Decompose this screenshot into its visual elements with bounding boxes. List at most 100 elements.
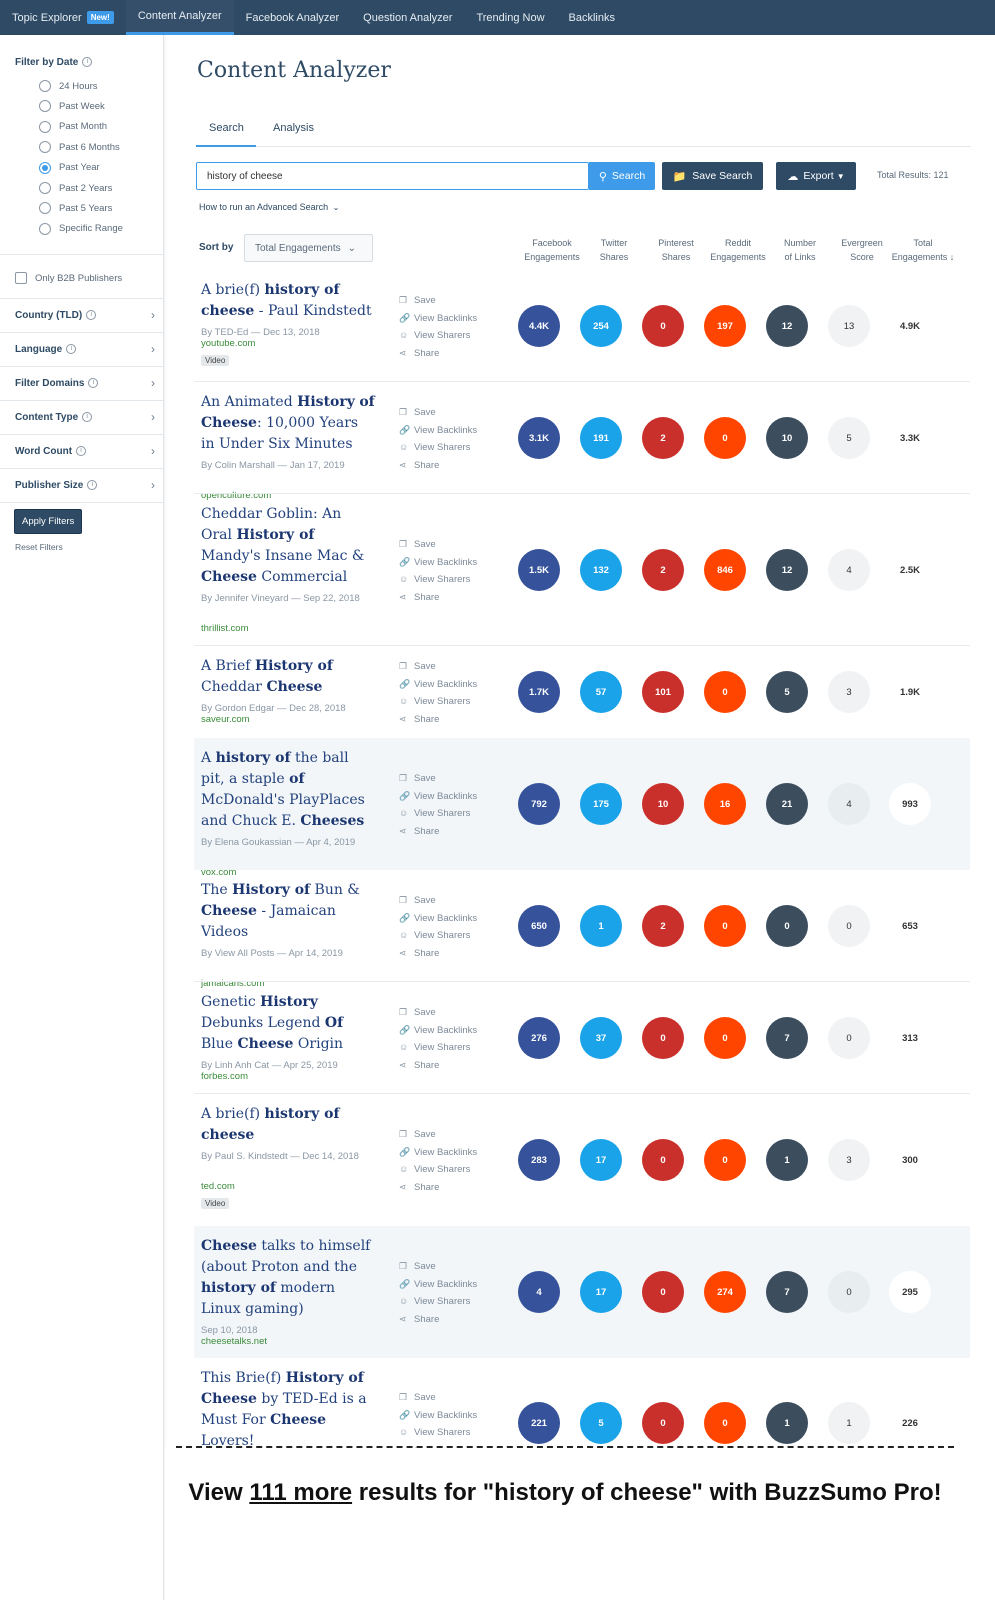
action-save[interactable]: ❐ Save: [399, 536, 477, 554]
action-view-sharers[interactable]: ☺ View Sharers: [399, 1161, 477, 1179]
date-option[interactable]: Past 6 Months: [39, 141, 120, 154]
action-share[interactable]: ⋖ Share: [399, 457, 477, 475]
action-share[interactable]: ⋖ Share: [399, 945, 477, 963]
action-view-sharers[interactable]: ☺ View Sharers: [399, 1039, 477, 1057]
date-radio[interactable]: [39, 120, 51, 133]
apply-filters-button[interactable]: Apply Filters: [14, 509, 83, 534]
result-title[interactable]: A Brief History of Cheddar Cheese: [201, 656, 376, 698]
save-search-button[interactable]: 📁 Save Search: [662, 162, 763, 190]
info-icon[interactable]: i: [87, 479, 98, 490]
info-icon[interactable]: i: [66, 343, 77, 354]
action-view-backlinks[interactable]: 🔗 View Backlinks: [399, 310, 477, 328]
date-radio[interactable]: [39, 202, 51, 215]
info-icon[interactable]: i: [82, 411, 93, 422]
sidebar-filter-country-tld[interactable]: Country (TLD) i ›: [15, 308, 155, 322]
action-save[interactable]: ❐ Save: [399, 404, 477, 422]
result-title[interactable]: A brie(f) history of cheese: [201, 1104, 376, 1146]
action-view-sharers[interactable]: ☺ View Sharers: [399, 693, 477, 711]
action-share[interactable]: ⋖ Share: [399, 345, 477, 363]
column-header[interactable]: Facebook Engagements: [517, 236, 587, 264]
action-view-backlinks[interactable]: 🔗 View Backlinks: [399, 1407, 477, 1425]
tab-search[interactable]: Search: [209, 122, 244, 134]
action-share[interactable]: ⋖ Share: [399, 711, 477, 729]
action-save[interactable]: ❐ Save: [399, 658, 477, 676]
result-title[interactable]: A brie(f) history of cheese - Paul Kinds…: [201, 280, 376, 322]
nav-content-analyzer[interactable]: Content Analyzer: [125, 0, 234, 35]
column-header[interactable]: Total Engagements ↓: [888, 236, 958, 264]
result-domain[interactable]: forbes.com: [201, 1071, 248, 1082]
tab-analysis[interactable]: Analysis: [273, 122, 314, 134]
action-share[interactable]: ⋖ Share: [399, 589, 477, 607]
action-view-backlinks[interactable]: 🔗 View Backlinks: [399, 422, 477, 440]
action-view-backlinks[interactable]: 🔗 View Backlinks: [399, 910, 477, 928]
date-radio[interactable]: [39, 80, 51, 92]
info-icon[interactable]: i: [82, 57, 93, 68]
nav-topic-explorer[interactable]: Topic Explorer New!: [0, 0, 126, 35]
result-domain[interactable]: youtube.com: [201, 338, 255, 349]
result-title[interactable]: An Animated History of Cheese: 10,000 Ye…: [201, 392, 376, 455]
result-title[interactable]: Cheddar Goblin: An Oral History of Mandy…: [201, 504, 376, 588]
action-view-backlinks[interactable]: 🔗 View Backlinks: [399, 676, 477, 694]
action-view-sharers[interactable]: ☺ View Sharers: [399, 1293, 477, 1311]
info-icon[interactable]: i: [86, 309, 97, 320]
info-icon[interactable]: i: [76, 445, 87, 456]
action-save[interactable]: ❐ Save: [399, 1389, 477, 1407]
date-radio[interactable]: [39, 222, 51, 235]
action-view-sharers[interactable]: ☺ View Sharers: [399, 327, 477, 345]
column-header[interactable]: Twitter Shares: [579, 236, 649, 264]
action-view-backlinks[interactable]: 🔗 View Backlinks: [399, 1276, 477, 1294]
action-save[interactable]: ❐ Save: [399, 1004, 477, 1022]
date-option[interactable]: Past Month: [39, 120, 107, 133]
nav-backlinks[interactable]: Backlinks: [557, 0, 627, 35]
result-title[interactable]: Cheese talks to himself (about Proton an…: [201, 1236, 376, 1320]
sidebar-filter-language[interactable]: Language i ›: [15, 342, 155, 356]
search-input[interactable]: [196, 162, 589, 190]
column-header[interactable]: Reddit Engagements: [703, 236, 773, 264]
date-radio[interactable]: [39, 182, 51, 194]
action-view-backlinks[interactable]: 🔗 View Backlinks: [399, 1022, 477, 1040]
search-button[interactable]: ⚲ Search: [589, 162, 655, 190]
result-title[interactable]: A history of the ball pit, a staple of M…: [201, 748, 376, 832]
action-view-sharers[interactable]: ☺ View Sharers: [399, 1424, 477, 1442]
date-radio[interactable]: [39, 141, 51, 154]
column-header[interactable]: Evergreen Score: [827, 236, 897, 264]
action-save[interactable]: ❐ Save: [399, 770, 477, 788]
date-option[interactable]: Specific Range: [39, 222, 123, 235]
reset-filters-link[interactable]: Reset Filters: [15, 542, 63, 552]
action-share[interactable]: ⋖ Share: [399, 1179, 477, 1197]
date-option[interactable]: Past Year: [39, 161, 100, 174]
date-option[interactable]: 24 Hours: [39, 80, 98, 92]
date-radio[interactable]: [39, 100, 51, 113]
b2b-publishers-option[interactable]: Only B2B Publishers: [15, 272, 122, 284]
result-domain[interactable]: thrillist.com: [201, 623, 249, 634]
sidebar-filter-word-count[interactable]: Word Count i ›: [15, 444, 155, 458]
action-view-backlinks[interactable]: 🔗 View Backlinks: [399, 788, 477, 806]
action-share[interactable]: ⋖ Share: [399, 1057, 477, 1075]
action-view-backlinks[interactable]: 🔗 View Backlinks: [399, 554, 477, 572]
nav-question-analyzer[interactable]: Question Analyzer: [351, 0, 464, 35]
column-header[interactable]: Number of Links: [765, 236, 835, 264]
action-view-sharers[interactable]: ☺ View Sharers: [399, 927, 477, 945]
action-view-backlinks[interactable]: 🔗 View Backlinks: [399, 1144, 477, 1162]
action-save[interactable]: ❐ Save: [399, 892, 477, 910]
cta-more-link[interactable]: 111 more: [249, 1479, 352, 1506]
sidebar-filter-filter-domains[interactable]: Filter Domains i ›: [15, 376, 155, 390]
sidebar-filter-content-type[interactable]: Content Type i ›: [15, 410, 155, 424]
action-view-sharers[interactable]: ☺ View Sharers: [399, 439, 477, 457]
action-save[interactable]: ❐ Save: [399, 1126, 477, 1144]
date-option[interactable]: Past 2 Years: [39, 182, 112, 194]
info-icon[interactable]: i: [88, 377, 99, 388]
action-save[interactable]: ❐ Save: [399, 1258, 477, 1276]
action-share[interactable]: ⋖ Share: [399, 1311, 477, 1329]
date-option[interactable]: Past 5 Years: [39, 202, 112, 215]
sidebar-filter-publisher-size[interactable]: Publisher Size i ›: [15, 478, 155, 492]
result-domain[interactable]: ted.com: [201, 1181, 235, 1192]
action-share[interactable]: ⋖ Share: [399, 823, 477, 841]
b2b-checkbox[interactable]: [15, 272, 27, 284]
action-view-sharers[interactable]: ☺ View Sharers: [399, 805, 477, 823]
result-title[interactable]: Genetic History Debunks Legend Of Blue C…: [201, 992, 376, 1055]
result-domain[interactable]: saveur.com: [201, 714, 250, 725]
result-title[interactable]: This Brie(f) History of Cheese by TED-Ed…: [201, 1368, 376, 1452]
advanced-search-link[interactable]: How to run an Advanced Search ⌄: [199, 202, 339, 212]
export-button[interactable]: ☁ Export ▼: [776, 162, 856, 190]
